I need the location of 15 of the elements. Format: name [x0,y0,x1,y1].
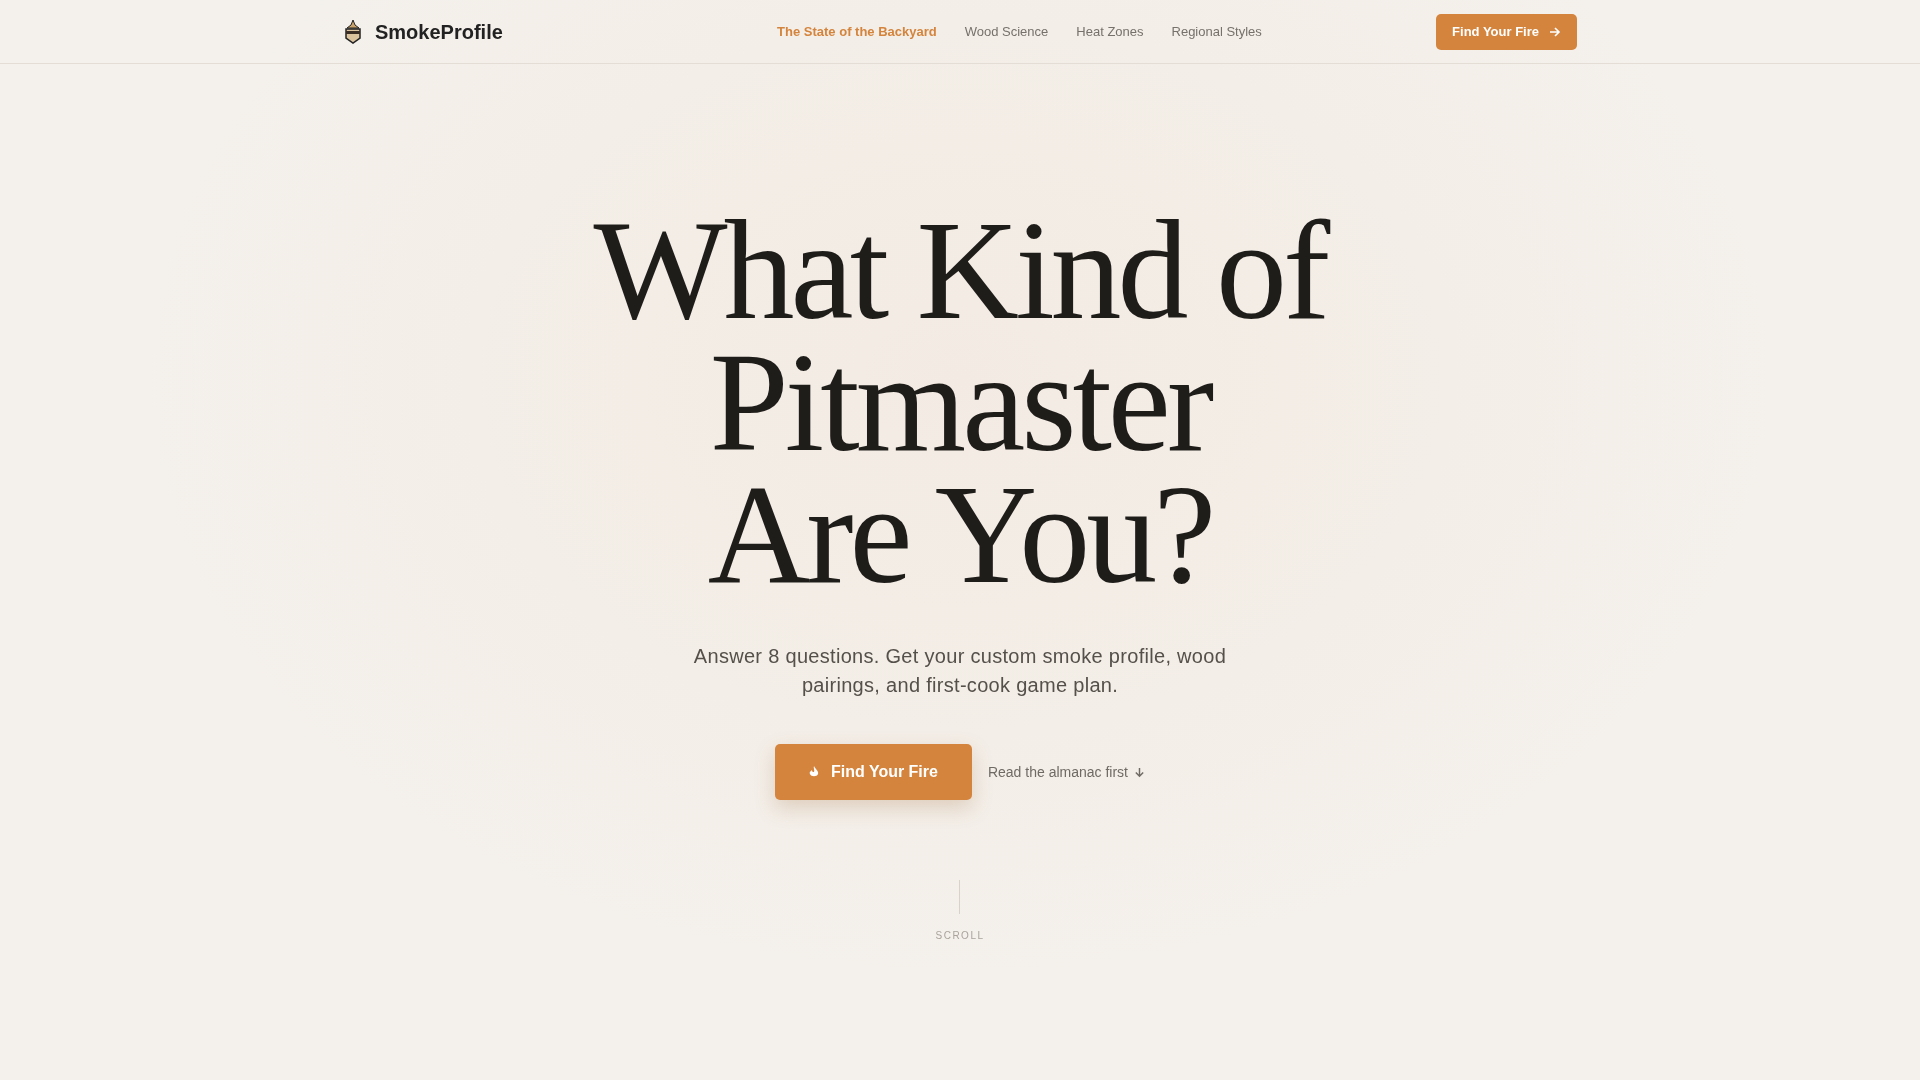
nav-link[interactable]: The State of the Backyard [777,21,937,42]
nav-link[interactable]: Heat Zones [1076,21,1144,42]
arrow-down-icon [1134,766,1145,778]
nav-link[interactable]: Wood Science [964,21,1049,42]
nav-link[interactable]: Regional Styles [1171,21,1262,42]
hero-subtitle: Answer 8 questions. Get your custom smoke profile, wood pairings, and first-cook game plan. [692,644,1228,698]
hero-title: What Kind of Pitmaster Are You? [592,204,1330,600]
scroll-label: SCROLL [935,929,985,943]
arrow-right-icon [1549,25,1561,38]
flame-icon [808,766,819,778]
brand-name[interactable]: SmokeProfile [375,16,503,47]
find-your-fire-button[interactable]: Find Your Fire [1436,13,1577,50]
find-your-fire-button[interactable]: Find Your Fire [774,744,972,800]
logo-icon [343,18,363,45]
almanac-link[interactable]: Read the almanac first [987,761,1145,783]
